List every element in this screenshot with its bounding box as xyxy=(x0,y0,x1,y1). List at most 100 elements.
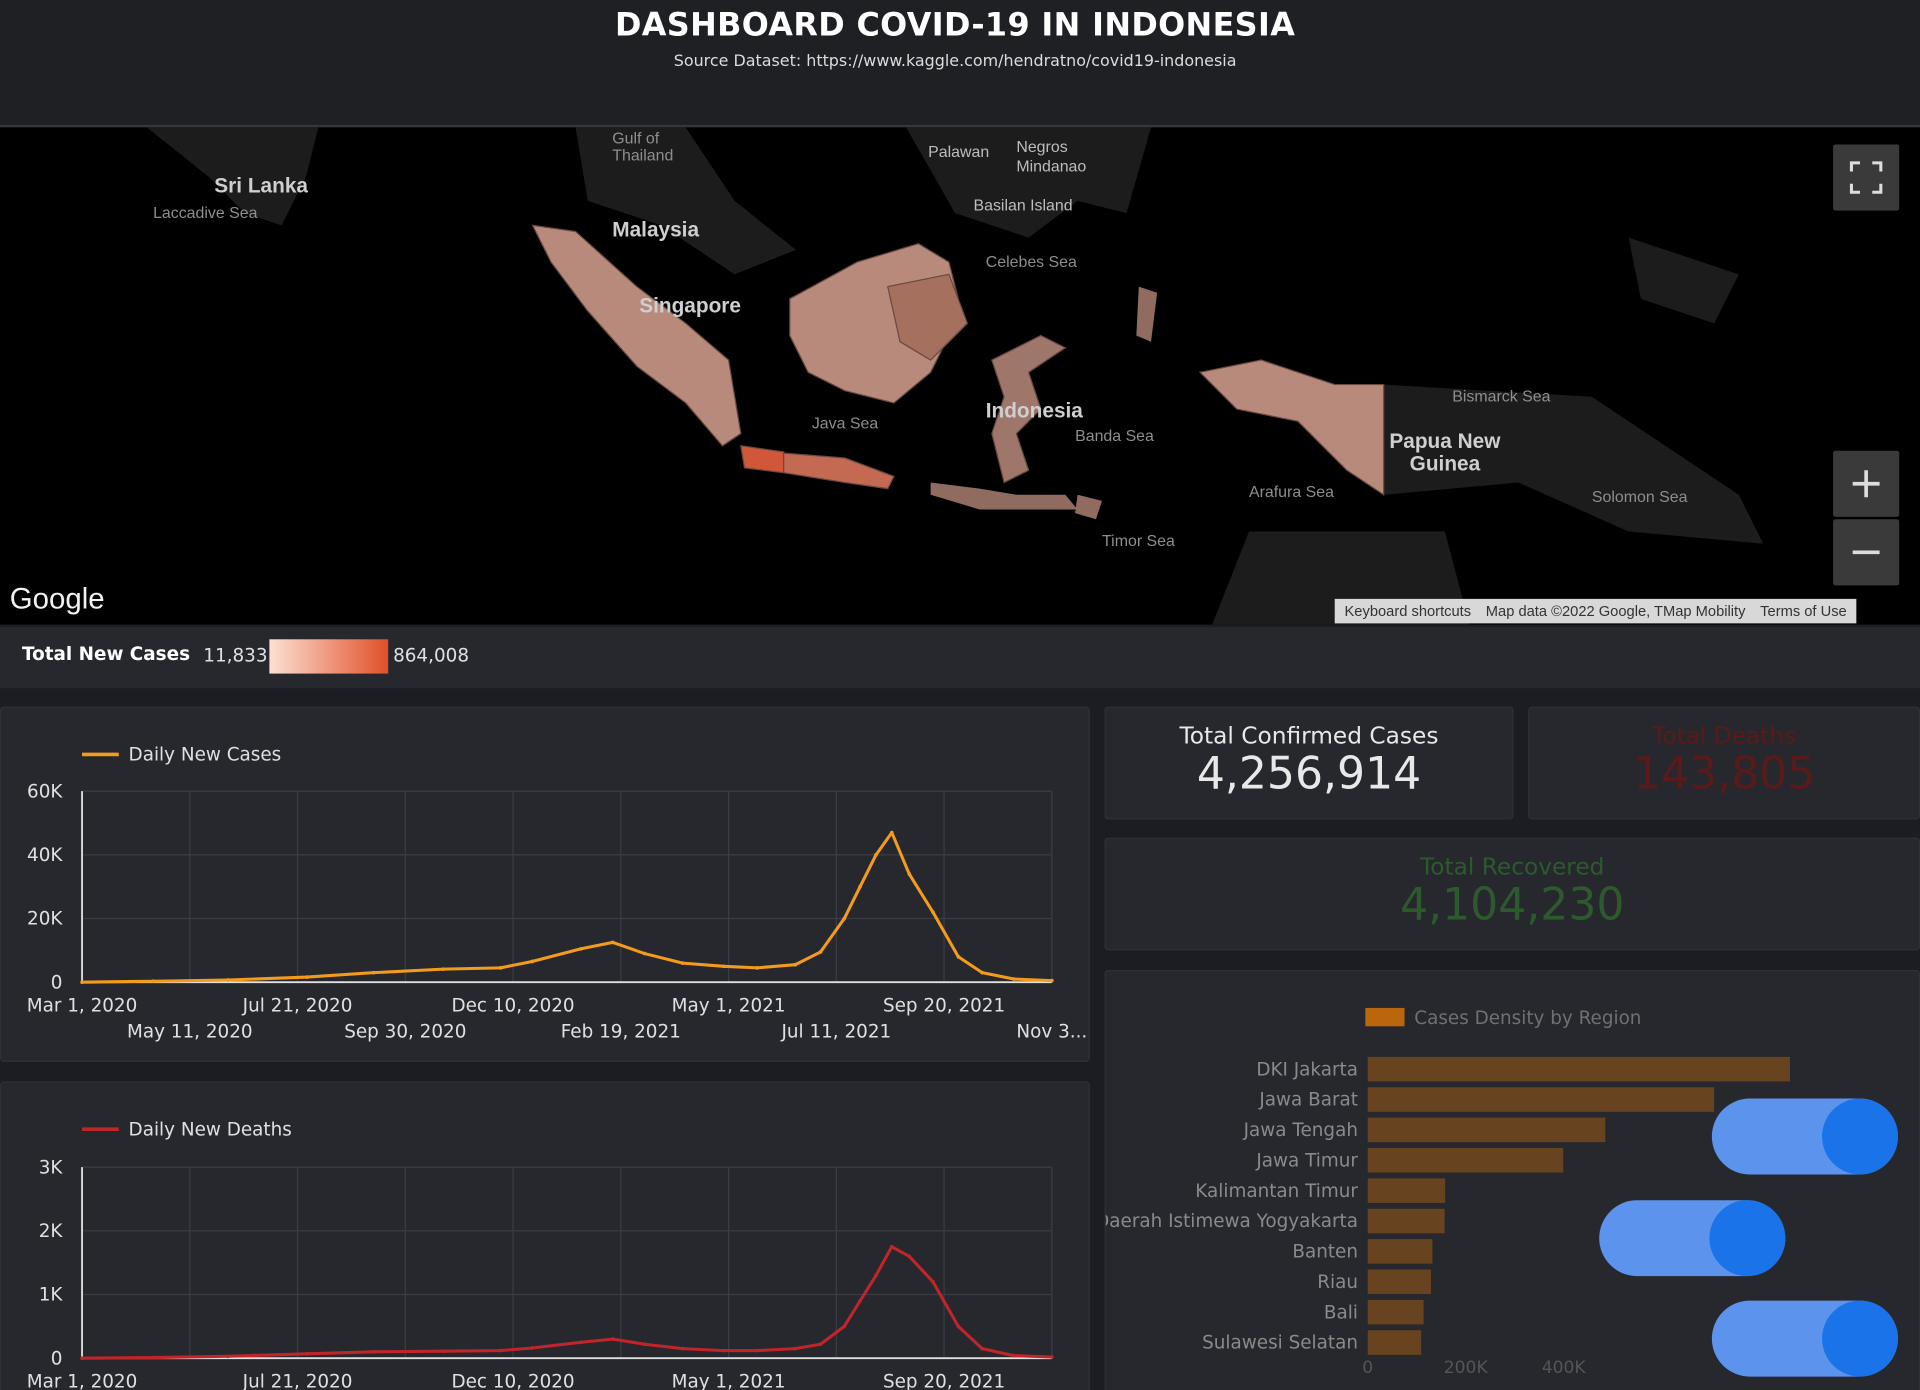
data-point xyxy=(842,916,847,921)
daily-new-deaths-chart: Daily New Deaths 3K 2K 1K 0 Mar 1, 2020 Jul 21… xyxy=(27,1119,1054,1390)
map-label-java-sea: Java Sea xyxy=(811,413,879,433)
y-tick-label: 2K xyxy=(39,1221,64,1242)
x-tick-label: 200K xyxy=(1444,1358,1489,1378)
data-point xyxy=(680,961,685,965)
x-tick-label: May 1, 2021 xyxy=(672,1372,786,1390)
category-label: Jawa Timur xyxy=(1255,1150,1358,1171)
data-point xyxy=(680,1346,685,1351)
category-label: Daerah Istimewa Yogyakarta xyxy=(1106,1211,1358,1232)
data-point xyxy=(305,1351,309,1356)
data-point xyxy=(151,979,156,984)
data-point xyxy=(305,975,309,979)
data-point xyxy=(225,978,230,982)
data-point xyxy=(371,1349,376,1354)
x-tick-label: Jul 11, 2021 xyxy=(780,1021,891,1042)
toggle-knob xyxy=(1822,1098,1898,1175)
data-point xyxy=(818,950,823,954)
data-point xyxy=(793,962,797,967)
data-point xyxy=(842,1324,847,1329)
data-point xyxy=(80,1356,84,1361)
data-point xyxy=(755,966,759,970)
data-point xyxy=(1050,978,1054,983)
y-tick-label: 3K xyxy=(39,1157,64,1178)
terms-of-use-link[interactable]: Terms of Use xyxy=(1760,603,1847,620)
x-tick-label: Sep 20, 2021 xyxy=(883,1372,1005,1390)
kpi-confirmed-card: Total Confirmed Cases 4,256,914 xyxy=(1104,706,1514,820)
map-label-celebes-sea: Celebes Sea xyxy=(985,252,1077,271)
fullscreen-icon xyxy=(1849,161,1883,194)
legend-label: Daily New Deaths xyxy=(129,1119,292,1140)
data-point xyxy=(530,1346,534,1350)
map-label-timor-sea: Timor Sea xyxy=(1102,531,1175,550)
data-point xyxy=(441,1349,446,1354)
y-tick-label: 0 xyxy=(51,1348,63,1369)
data-point xyxy=(755,1348,759,1353)
kpi-confirmed-label: Total Confirmed Cases xyxy=(1179,722,1439,750)
zoom-out-button[interactable] xyxy=(1833,519,1900,586)
kpi-recovered-value: 4,104,230 xyxy=(1400,880,1625,931)
data-point xyxy=(441,967,446,971)
legend-label: Total New Cases xyxy=(22,642,191,666)
x-tick-label: 400K xyxy=(1542,1358,1587,1378)
x-tick-label: Mar 1, 2020 xyxy=(27,1372,138,1390)
y-tick-label: 60K xyxy=(27,781,63,802)
data-point xyxy=(874,853,878,857)
data-point xyxy=(721,964,726,969)
legend-label: Daily New Cases xyxy=(129,745,282,766)
toggle-switch-3[interactable] xyxy=(1711,1300,1898,1377)
map-label-basilan-island: Basilan Island xyxy=(973,195,1073,215)
map-data-text: Map data ©2022 Google, TMap Mobility xyxy=(1485,602,1746,620)
data-point xyxy=(721,1348,726,1353)
kpi-recovered-card: Total Recovered 4,104,230 xyxy=(1104,837,1920,951)
category-label: Jawa Barat xyxy=(1258,1090,1358,1111)
map-label-indonesia: Indonesia xyxy=(985,399,1083,423)
y-tick-label: 0 xyxy=(51,972,63,993)
map-label-palawan: Palawan xyxy=(928,142,990,161)
bar xyxy=(1367,1208,1445,1234)
map-label-gulf-of-thailand: Gulf of Thailand xyxy=(612,128,674,165)
category-label: Banten xyxy=(1292,1242,1358,1263)
data-point xyxy=(498,966,503,970)
bar xyxy=(1367,1087,1715,1112)
data-point xyxy=(907,1254,912,1259)
map-shapes xyxy=(146,127,1764,625)
choropleth-map[interactable]: Sri Lanka Laccadive Sea Gulf of Thailand… xyxy=(0,127,1920,625)
kpi-recovered-label: Total Recovered xyxy=(1420,853,1605,881)
x-tick-label: Mar 1, 2020 xyxy=(27,996,138,1017)
data-point xyxy=(874,1273,878,1278)
data-point xyxy=(980,1346,984,1351)
map-label-negros-mindanao: Negros Mindanao xyxy=(1016,137,1087,176)
kpi-deaths-value: 143,805 xyxy=(1632,749,1816,800)
map-label-sri-lanka: Sri Lanka xyxy=(214,173,309,198)
data-point xyxy=(530,959,534,964)
y-tick-label: 40K xyxy=(27,845,63,866)
category-label: Bali xyxy=(1324,1302,1358,1323)
toggle-switch-2[interactable] xyxy=(1599,1200,1786,1277)
data-point xyxy=(956,1324,961,1329)
data-point xyxy=(611,1337,615,1341)
legend-min-value: 11,833 xyxy=(203,644,268,667)
category-label: DKI Jakarta xyxy=(1256,1059,1358,1080)
data-point xyxy=(858,1299,862,1303)
google-logo: Google xyxy=(9,582,105,617)
toggle-knob xyxy=(1709,1200,1786,1277)
map-label-malaysia: Malaysia xyxy=(612,217,700,242)
data-point xyxy=(642,951,647,956)
data-point xyxy=(980,970,984,975)
toggle-switch-1[interactable] xyxy=(1711,1098,1898,1175)
category-label: Riau xyxy=(1317,1272,1358,1293)
x-tick-label: May 1, 2021 xyxy=(672,996,786,1017)
keyboard-shortcuts-link[interactable]: Keyboard shortcuts xyxy=(1345,603,1472,620)
data-point xyxy=(80,980,84,985)
x-tick-label: Sep 20, 2021 xyxy=(883,996,1005,1017)
toggle-knob xyxy=(1822,1300,1898,1377)
map-label-laccadive-sea: Laccadive Sea xyxy=(153,203,258,222)
map-label-arafura-sea: Arafura Sea xyxy=(1248,482,1334,501)
zoom-in-button[interactable] xyxy=(1833,450,1900,517)
data-point xyxy=(1011,1353,1016,1358)
x-tick-label: Jul 21, 2020 xyxy=(242,1372,353,1390)
fullscreen-button[interactable] xyxy=(1833,144,1900,211)
kpi-confirmed-value: 4,256,914 xyxy=(1196,749,1422,800)
y-tick-label: 20K xyxy=(27,909,63,930)
data-point xyxy=(889,830,894,835)
